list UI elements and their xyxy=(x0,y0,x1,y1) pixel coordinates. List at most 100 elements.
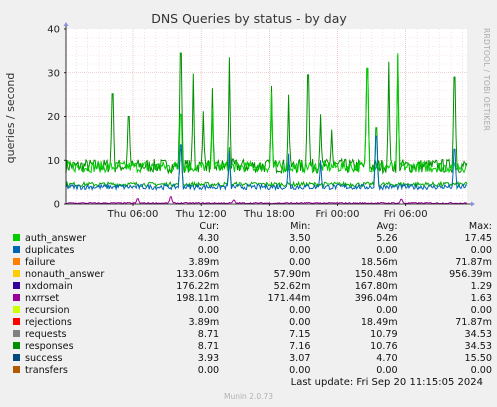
legend-cur-value: 176.22m xyxy=(176,281,220,292)
rrdtool-credit: RRDTOOL / TOBI OETIKER xyxy=(482,28,491,131)
legend-cur-value: 0.00 xyxy=(197,305,220,316)
legend-max-value: 71.87m xyxy=(455,257,492,268)
legend-avg-value: 0.00 xyxy=(376,305,398,316)
legend-max-value: 0.00 xyxy=(470,305,492,316)
x-tick-label: Fri 06:00 xyxy=(384,209,428,220)
legend-series-name: requests xyxy=(25,329,67,340)
x-tick-label: Thu 18:00 xyxy=(243,209,295,220)
legend-max-value: 15.50 xyxy=(464,353,492,364)
legend-swatch xyxy=(13,282,20,289)
y-tick-label: 20 xyxy=(47,112,60,123)
legend-avg-value: 10.76 xyxy=(370,341,398,352)
legend-min-value: 0.00 xyxy=(289,317,311,328)
legend-header-max: Max: xyxy=(468,221,492,232)
legend-max-value: 956.39m xyxy=(449,269,492,280)
legend-row-nxrrset: nxrrset 198.11m 171.44m 396.04m 1.63 xyxy=(12,293,492,305)
legend-max-value: 1.63 xyxy=(470,293,492,304)
legend-swatch xyxy=(13,258,20,265)
legend-series-name: nxrrset xyxy=(25,293,60,304)
legend-avg-value: 167.80m xyxy=(354,281,398,292)
legend-cur-value: 8.71 xyxy=(197,341,220,352)
legend-avg-value: 4.70 xyxy=(376,353,398,364)
legend-min-value: 7.15 xyxy=(289,329,311,340)
legend-min-value: 171.44m xyxy=(267,293,311,304)
legend-cur-value: 0.00 xyxy=(197,365,220,376)
legend-cur-value: 3.93 xyxy=(197,353,220,364)
legend-series-name: duplicates xyxy=(25,245,75,256)
legend-swatch xyxy=(13,270,20,277)
legend-swatch xyxy=(13,366,20,373)
legend-row-duplicates: duplicates 0.00 0.00 0.00 0.00 xyxy=(12,245,492,257)
legend-max-value: 0.00 xyxy=(470,365,492,376)
legend-row-recursion: recursion 0.00 0.00 0.00 0.00 xyxy=(12,305,492,317)
legend-series-name: nxdomain xyxy=(25,281,73,292)
legend-cur-value: 8.71 xyxy=(197,329,220,340)
legend-swatch xyxy=(13,234,20,241)
legend-series-name: nonauth_answer xyxy=(25,269,105,280)
legend-avg-value: 396.04m xyxy=(354,293,398,304)
legend-row-rejections: rejections 3.89m 0.00 18.49m 71.87m xyxy=(12,317,492,329)
x-tick-label: Fri 00:00 xyxy=(316,209,360,220)
legend-min-value: 0.00 xyxy=(289,305,311,316)
legend-row-nxdomain: nxdomain 176.22m 52.62m 167.80m 1.29 xyxy=(12,281,492,293)
legend-series-name: rejections xyxy=(25,317,72,328)
legend-avg-value: 18.49m xyxy=(360,317,398,328)
legend-max-value: 0.00 xyxy=(470,245,492,256)
chart: DNS Queries by status - by day queries /… xyxy=(4,11,491,220)
legend-avg-value: 0.00 xyxy=(376,365,398,376)
legend-row-transfers: transfers 0.00 0.00 0.00 0.00 xyxy=(12,365,492,377)
legend-series-name: recursion xyxy=(25,305,70,316)
legend-avg-value: 18.56m xyxy=(360,257,398,268)
legend-row-nonauth-answer: nonauth_answer 133.06m 57.90m 150.48m 956.39… xyxy=(12,269,492,281)
last-update: Last update: Fri Sep 20 11:15:05 2024 xyxy=(290,377,483,388)
legend-cur-value: 4.30 xyxy=(197,233,220,244)
legend-min-value: 57.90m xyxy=(273,269,311,280)
legend-swatch xyxy=(13,330,20,337)
legend-min-value: 0.00 xyxy=(289,245,311,256)
legend-min-value: 3.07 xyxy=(289,353,311,364)
legend-series-name: success xyxy=(25,353,63,364)
legend-swatch xyxy=(13,318,20,325)
legend-header-row: Cur: Min: Avg: Max: xyxy=(12,221,492,233)
legend-max-value: 1.29 xyxy=(470,281,492,292)
legend-cur-value: 198.11m xyxy=(176,293,220,304)
legend-min-value: 7.16 xyxy=(289,341,311,352)
legend-avg-value: 10.79 xyxy=(370,329,398,340)
legend-min-value: 3.50 xyxy=(289,233,311,244)
legend-swatch xyxy=(13,246,20,253)
legend-avg-value: 0.00 xyxy=(376,245,398,256)
chart-title: DNS Queries by status - by day xyxy=(151,11,347,26)
legend-avg-value: 150.48m xyxy=(354,269,398,280)
legend-series-name: auth_answer xyxy=(25,233,87,244)
legend-series-name: transfers xyxy=(25,365,68,376)
y-tick-label: 0 xyxy=(54,200,60,211)
legend-header-min: Min: xyxy=(290,221,311,232)
legend-header-cur: Cur: xyxy=(199,221,220,232)
legend-max-value: 17.45 xyxy=(464,233,492,244)
legend-min-value: 52.62m xyxy=(273,281,311,292)
legend-row-success: success 3.93 3.07 4.70 15.50 xyxy=(12,353,492,365)
legend-cur-value: 3.89m xyxy=(188,317,220,328)
x-tick-label: Thu 12:00 xyxy=(175,209,227,220)
legend-cur-value: 133.06m xyxy=(176,269,220,280)
legend-avg-value: 5.26 xyxy=(376,233,398,244)
legend-swatch xyxy=(13,342,20,349)
legend-row-auth-answer: auth_answer 4.30 3.50 5.26 17.45 xyxy=(12,233,492,245)
legend-row-failure: failure 3.89m 0.00 18.56m 71.87m xyxy=(12,257,492,269)
legend-swatch xyxy=(13,306,20,313)
legend-cur-value: 3.89m xyxy=(188,257,220,268)
legend-cur-value: 0.00 xyxy=(197,245,220,256)
y-tick-label: 30 xyxy=(47,68,60,79)
legend-table: Cur: Min: Avg: Max: auth_answer 4.30 3.50 5… xyxy=(12,221,492,377)
legend-min-value: 0.00 xyxy=(289,365,311,376)
legend-max-value: 71.87m xyxy=(455,317,492,328)
legend-row-responses: responses 8.71 7.16 10.76 34.53 xyxy=(12,341,492,353)
munin-version: Munin 2.0.73 xyxy=(223,392,274,401)
legend-swatch xyxy=(13,354,20,361)
x-axis-arrow xyxy=(471,201,475,207)
y-tick-label: 40 xyxy=(47,25,60,36)
legend-header-avg: Avg: xyxy=(376,221,398,232)
legend-series-name: responses xyxy=(25,341,74,352)
legend-series-name: failure xyxy=(25,257,56,268)
legend-max-value: 34.53 xyxy=(464,341,492,352)
